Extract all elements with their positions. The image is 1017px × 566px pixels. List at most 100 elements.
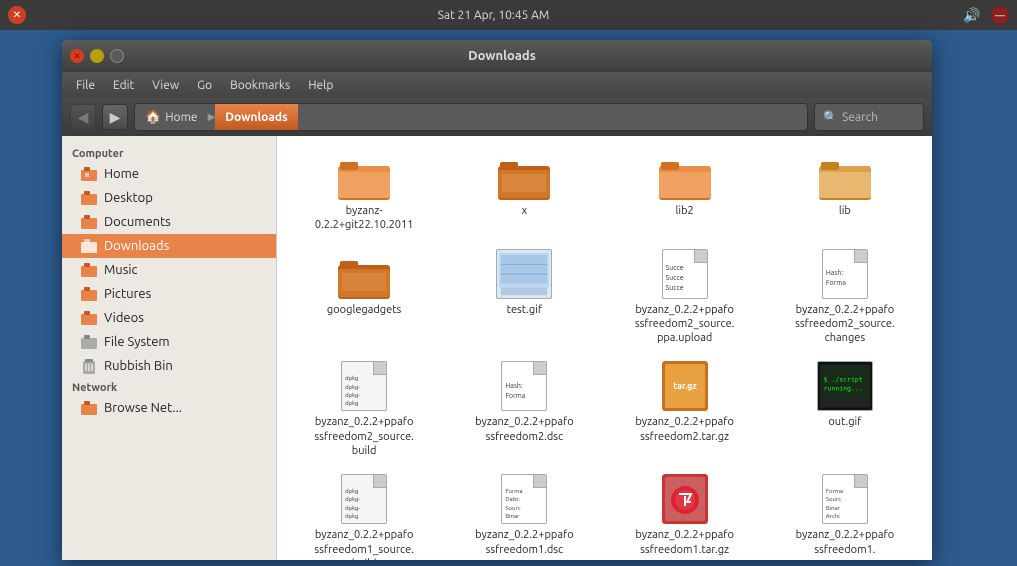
sidebar-label-videos: Videos [104, 311, 144, 325]
svg-text:running...: running... [823, 385, 862, 393]
file-item-byzanz-git[interactable]: byzanz-0.2.2+git22.10.2011 [287, 146, 441, 239]
file-item-lib[interactable]: lib [768, 146, 922, 239]
sidebar-section-network: Network [62, 378, 276, 396]
sidebar: Computer Home Desktop [62, 136, 277, 560]
sidebar-item-rubbish[interactable]: Rubbish Bin [62, 354, 276, 378]
menu-bar: File Edit View Go Bookmarks Help [62, 72, 932, 98]
system-close-button[interactable]: ✕ [8, 6, 26, 24]
breadcrumb: 🏠 Home ▶ Downloads [134, 103, 808, 131]
file-manager-window: ✕ Downloads File Edit View Go Bookmarks … [62, 40, 932, 560]
file-icon-byzanz-ppafoss1-changes: FormaSourcBinarArchi [817, 476, 873, 524]
music-icon [80, 262, 98, 278]
file-name-byzanz-targz: byzanz_0.2.2+ppafossfreedom2.tar.gz [635, 415, 735, 444]
menu-edit[interactable]: Edit [105, 77, 142, 94]
sidebar-label-home: Home [104, 167, 139, 181]
sidebar-item-desktop[interactable]: Desktop [62, 186, 276, 210]
pictures-icon [80, 286, 98, 302]
file-icon-byzanz-build: dpkgdpkg-dpkg-dpkg [336, 363, 392, 411]
file-item-byzanz-dsc[interactable]: Hash:Forma byzanz_0.2.2+ppafossfreedom2.… [447, 357, 601, 464]
search-area[interactable]: 🔍 Search [814, 103, 924, 131]
search-label: Search [842, 111, 878, 124]
sidebar-label-browsenet: Browse Net... [104, 401, 182, 415]
sidebar-label-documents: Documents [104, 215, 171, 229]
file-name-byzanz-ppafoss1-tar: byzanz_0.2.2+ppafossfreedom1.tar.gz [635, 528, 735, 557]
forward-button[interactable]: ▶ [102, 104, 128, 130]
sidebar-item-downloads[interactable]: Downloads [62, 234, 276, 258]
file-icon-out-gif: $ ./script running... [817, 363, 873, 411]
file-item-byzanz-ppafoss1-build[interactable]: dpkgdpkg-dpkg-dpkg byzanz_0.2.2+ppafossf… [287, 470, 441, 560]
file-icon-byzanz-targz: tar.gz [657, 363, 713, 411]
file-item-byzanz-ppafoss1-dsc[interactable]: FormaDate:SourcBinar byzanz_0.2.2+ppafos… [447, 470, 601, 560]
breadcrumb-downloads[interactable]: Downloads [215, 104, 298, 130]
system-minimize-button[interactable]: — [991, 6, 1009, 24]
file-item-byzanz-changes[interactable]: Hash:Forma byzanz_0.2.2+ppafossfreedom2_… [768, 245, 922, 352]
file-item-byzanz-build[interactable]: dpkgdpkg-dpkg-dpkg byzanz_0.2.2+ppafossf… [287, 357, 441, 464]
volume-icon[interactable]: 🔊 [961, 6, 983, 24]
breadcrumb-separator: ▶ [208, 111, 216, 123]
file-item-byzanz-targz[interactable]: tar.gz byzanz_0.2.2+ppafossfreedom2.tar.… [608, 357, 762, 464]
file-icon-byzanz-changes: Hash:Forma [817, 251, 873, 299]
file-icon-lib [817, 152, 873, 200]
sidebar-section-computer: Computer [62, 144, 276, 162]
sidebar-item-music[interactable]: Music [62, 258, 276, 282]
menu-file[interactable]: File [68, 77, 103, 94]
file-item-googlegadgets[interactable]: googlegadgets [287, 245, 441, 352]
sidebar-item-documents[interactable]: Documents [62, 210, 276, 234]
file-icon-lib2 [657, 152, 713, 200]
file-name-byzanz-ppafoss1-build: byzanz_0.2.2+ppafossfreedom1_source.buil… [314, 528, 414, 560]
home-icon [80, 166, 98, 182]
sidebar-item-home[interactable]: Home [62, 162, 276, 186]
menu-bookmarks[interactable]: Bookmarks [222, 77, 298, 94]
file-icon-test-gif [496, 251, 552, 299]
file-name-googlegadgets: googlegadgets [327, 303, 401, 317]
file-area: byzanz-0.2.2+git22.10.2011 x [277, 136, 932, 560]
sidebar-item-browsenet[interactable]: Browse Net... [62, 396, 276, 420]
file-icon-byzanz-ppafoss1-dsc: FormaDate:SourcBinar [496, 476, 552, 524]
content-area: Computer Home Desktop [62, 136, 932, 560]
file-name-byzanz-changes: byzanz_0.2.2+ppafossfreedom2_source.chan… [795, 303, 895, 346]
file-item-test-gif[interactable]: test.gif [447, 245, 601, 352]
menu-go[interactable]: Go [189, 77, 220, 94]
sidebar-item-videos[interactable]: Videos [62, 306, 276, 330]
system-datetime: Sat 21 Apr, 10:45 AM [26, 9, 961, 22]
file-name-byzanz-dsc: byzanz_0.2.2+ppafossfreedom2.dsc [474, 415, 574, 444]
file-item-byzanz-upload[interactable]: SucceSucceSucce byzanz_0.2.2+ppafossfree… [608, 245, 762, 352]
sidebar-label-pictures: Pictures [104, 287, 151, 301]
sidebar-item-filesystem[interactable]: File System [62, 330, 276, 354]
file-icon-byzanz-ppafoss1-tar [657, 476, 713, 524]
file-name-lib2: lib2 [676, 204, 694, 218]
sidebar-label-rubbish: Rubbish Bin [104, 359, 173, 373]
file-item-lib2[interactable]: lib2 [608, 146, 762, 239]
file-icon-x [496, 152, 552, 200]
system-bar-left: ✕ [8, 6, 26, 24]
breadcrumb-home[interactable]: 🏠 Home [135, 104, 208, 130]
search-icon: 🔍 [823, 110, 838, 124]
file-icon-byzanz-dsc: Hash:Forma [496, 363, 552, 411]
menu-view[interactable]: View [144, 77, 187, 94]
system-bar-right: 🔊 — [961, 6, 1009, 24]
browsenet-icon [80, 400, 98, 416]
file-name-byzanz-git: byzanz-0.2.2+git22.10.2011 [314, 204, 414, 233]
sidebar-label-music: Music [104, 263, 138, 277]
location-bar: ◀ ▶ 🏠 Home ▶ Downloads 🔍 Search [62, 98, 932, 136]
sidebar-label-desktop: Desktop [104, 191, 153, 205]
file-name-test-gif: test.gif [507, 303, 542, 317]
title-bar: ✕ Downloads [62, 40, 932, 72]
svg-text:tar.gz: tar.gz [673, 381, 697, 391]
desktop-icon [80, 190, 98, 206]
file-item-byzanz-ppafoss1-changes[interactable]: FormaSourcBinarArchi byzanz_0.2.2+ppafos… [768, 470, 922, 560]
filesystem-icon [80, 334, 98, 350]
menu-help[interactable]: Help [300, 77, 341, 94]
file-item-byzanz-ppafoss1-tar[interactable]: byzanz_0.2.2+ppafossfreedom1.tar.gz [608, 470, 762, 560]
back-button[interactable]: ◀ [70, 104, 96, 130]
file-name-byzanz-ppafoss1-changes: byzanz_0.2.2+ppafossfreedom1. [795, 528, 895, 557]
sidebar-item-pictures[interactable]: Pictures [62, 282, 276, 306]
file-name-x: x [522, 204, 528, 218]
file-item-out-gif[interactable]: $ ./script running... out.gif [768, 357, 922, 464]
home-folder-icon: 🏠 [145, 110, 161, 125]
window-title: Downloads [80, 49, 924, 63]
rubbish-icon [80, 358, 98, 374]
file-icon-googlegadgets [336, 251, 392, 299]
file-item-x[interactable]: x [447, 146, 601, 239]
file-icon-byzanz-upload: SucceSucceSucce [657, 251, 713, 299]
